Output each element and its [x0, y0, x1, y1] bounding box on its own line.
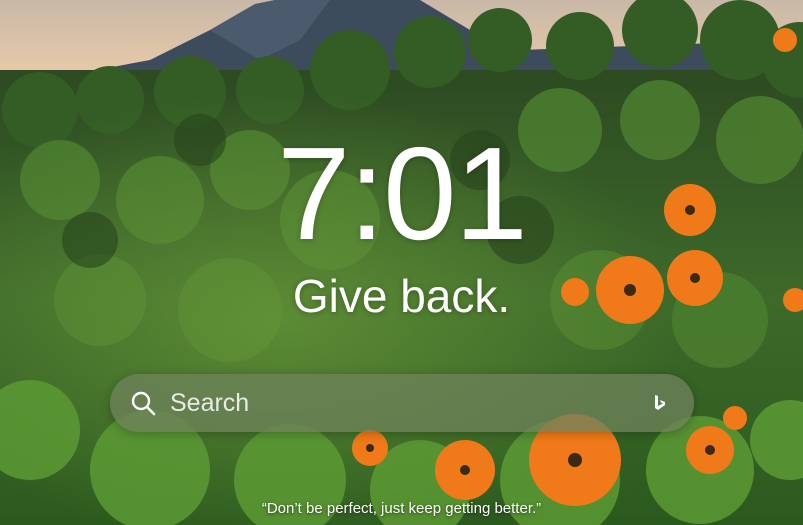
new-tab-page: 7:01 Give back. “Don’t be perfect, just …	[0, 0, 803, 525]
bing-logo-icon[interactable]	[650, 393, 670, 413]
search-icon[interactable]	[130, 390, 156, 416]
clock-time: 7:01	[277, 120, 528, 267]
quote-text: “Don’t be perfect, just keep getting bet…	[261, 500, 542, 517]
search-input[interactable]	[170, 386, 630, 420]
greeting-text: Give back.	[292, 270, 511, 322]
search-bar[interactable]	[110, 374, 694, 432]
